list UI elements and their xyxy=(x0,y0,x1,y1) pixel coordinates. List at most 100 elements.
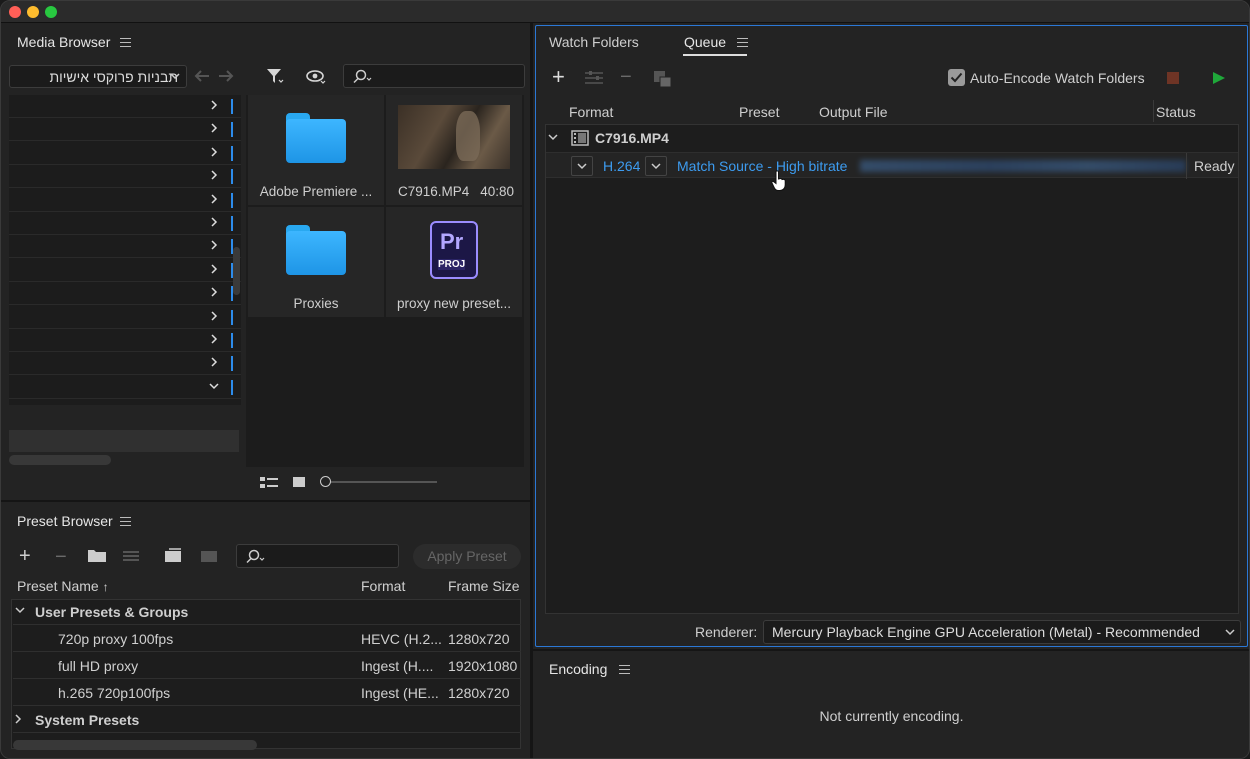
preset-row[interactable]: full HD proxy Ingest (H.... 1920x1080 xyxy=(13,653,521,679)
start-queue-button[interactable] xyxy=(1212,71,1226,85)
tree-row[interactable] xyxy=(9,142,241,165)
encoding-panel: Encoding Not currently encoding. xyxy=(535,653,1248,758)
chevron-right-icon xyxy=(15,714,22,724)
group-user-presets[interactable]: User Presets & Groups xyxy=(13,599,521,625)
auto-encode-checkbox[interactable] xyxy=(948,69,965,86)
preset-browser-menu-icon[interactable] xyxy=(120,517,131,526)
preset-row[interactable]: h.265 720p100fps Ingest (HE... 1280x720 xyxy=(13,680,521,706)
preset-column-header[interactable]: Preset xyxy=(739,104,779,120)
tree-row[interactable] xyxy=(9,212,241,235)
new-group-icon[interactable] xyxy=(86,547,108,563)
encoding-title: Encoding xyxy=(549,661,608,677)
preset-horizontal-scrollbar[interactable] xyxy=(13,740,257,750)
tab-watch-folders[interactable]: Watch Folders xyxy=(549,34,639,50)
remove-preset-icon[interactable]: − xyxy=(55,547,67,567)
add-preset-icon[interactable]: + xyxy=(19,546,31,566)
format-link[interactable]: H.264 xyxy=(603,158,640,174)
icon-view-icon[interactable] xyxy=(292,476,306,490)
zoom-slider[interactable] xyxy=(325,481,437,483)
chevron-down-icon xyxy=(651,163,661,170)
preset-settings-icon[interactable] xyxy=(122,549,140,563)
tree-row[interactable] xyxy=(9,376,241,399)
media-search-input[interactable] xyxy=(343,64,525,88)
tab-queue[interactable]: Queue xyxy=(684,34,726,50)
queue-source-row[interactable]: C7916.MP4 xyxy=(546,125,1238,151)
chevron-right-icon[interactable] xyxy=(209,263,219,275)
forward-arrow-icon[interactable] xyxy=(217,68,235,84)
location-select[interactable]: תבניות פרוקסי אישיות xyxy=(9,65,187,88)
tree-row[interactable] xyxy=(9,165,241,189)
back-arrow-icon[interactable] xyxy=(193,68,211,84)
video-duration: 40:80 xyxy=(480,184,514,199)
filter-icon[interactable] xyxy=(265,67,285,85)
preset-name-column-header[interactable]: Preset Name ↑ xyxy=(17,578,109,594)
chevron-down-icon[interactable] xyxy=(209,380,219,392)
queue-menu-icon[interactable] xyxy=(737,38,748,47)
frame-size-column-header[interactable]: Frame Size xyxy=(448,578,520,594)
import-preset-icon[interactable] xyxy=(163,547,183,563)
chevron-right-icon[interactable] xyxy=(209,216,219,228)
zoom-window-button[interactable] xyxy=(45,6,57,18)
duplicate-icon[interactable] xyxy=(653,70,673,88)
tree-row[interactable] xyxy=(9,329,241,352)
queue-item-row[interactable]: H.264 Match Source - High bitrate Ready xyxy=(546,152,1238,191)
close-window-button[interactable] xyxy=(9,6,21,18)
output-file-link[interactable] xyxy=(860,160,1186,172)
apply-preset-button[interactable]: Apply Preset xyxy=(413,544,521,569)
chevron-down-icon xyxy=(577,163,587,170)
remove-icon[interactable]: − xyxy=(620,67,632,87)
view-eye-icon[interactable] xyxy=(305,69,327,85)
chevron-right-icon[interactable] xyxy=(209,286,219,298)
queue-settings-icon[interactable] xyxy=(584,70,604,86)
search-icon xyxy=(246,549,265,564)
chevron-right-icon[interactable] xyxy=(209,193,219,205)
output-file-column-header[interactable]: Output File xyxy=(819,104,887,120)
renderer-select[interactable]: Mercury Playback Engine GPU Acceleration… xyxy=(763,620,1241,644)
tree-row[interactable] xyxy=(9,95,241,118)
chevron-right-icon[interactable] xyxy=(209,146,219,158)
media-browser-menu-icon[interactable] xyxy=(120,38,131,47)
preset-row[interactable]: 720p proxy 100fps HEVC (H.2... 1280x720 xyxy=(13,626,521,652)
list-view-icon[interactable] xyxy=(259,476,279,490)
add-source-icon[interactable]: + xyxy=(552,66,565,88)
queue-item-status: Ready xyxy=(1194,158,1235,174)
media-tile-project[interactable]: Pr PROJ proxy new preset... xyxy=(386,207,522,317)
tree-row-indicator xyxy=(231,169,233,185)
minimize-window-button[interactable] xyxy=(27,6,39,18)
preset-dropdown[interactable] xyxy=(645,156,667,176)
media-tile-folder[interactable]: Proxies xyxy=(248,207,384,317)
chevron-right-icon[interactable] xyxy=(209,122,219,134)
media-tile-folder[interactable]: Adobe Premiere ... xyxy=(248,95,384,205)
status-column-header[interactable]: Status xyxy=(1156,104,1196,120)
tree-row[interactable] xyxy=(9,352,241,376)
chevron-right-icon[interactable] xyxy=(209,239,219,251)
tree-horizontal-scrollbar[interactable] xyxy=(9,455,111,465)
encoding-menu-icon[interactable] xyxy=(619,665,630,674)
stop-queue-button[interactable] xyxy=(1167,72,1179,84)
tree-row-indicator xyxy=(231,379,233,395)
preset-link[interactable]: Match Source - High bitrate xyxy=(677,158,847,174)
preset-browser-title: Preset Browser xyxy=(17,513,113,529)
tree-row[interactable] xyxy=(9,189,241,212)
chevron-right-icon[interactable] xyxy=(209,356,219,368)
chevron-right-icon[interactable] xyxy=(209,99,219,111)
tree-row[interactable] xyxy=(9,306,241,329)
chevron-right-icon[interactable] xyxy=(209,333,219,345)
chevron-right-icon[interactable] xyxy=(209,169,219,181)
tree-scrollbar[interactable] xyxy=(233,247,240,295)
format-column-header[interactable]: Format xyxy=(569,104,613,120)
media-tile-video[interactable]: C7916.MP4 40:80 xyxy=(386,95,522,205)
preset-search-input[interactable] xyxy=(236,544,399,568)
tree-row-indicator xyxy=(231,333,233,348)
group-system-presets[interactable]: System Presets xyxy=(13,707,521,733)
format-column-header[interactable]: Format xyxy=(361,578,405,594)
format-dropdown[interactable] xyxy=(571,156,593,176)
tree-row[interactable] xyxy=(9,235,241,259)
tree-row[interactable] xyxy=(9,282,241,306)
zoom-slider-handle[interactable] xyxy=(320,476,331,487)
tree-row[interactable] xyxy=(9,259,241,282)
folder-icon xyxy=(286,113,346,163)
tree-row[interactable] xyxy=(9,118,241,142)
chevron-right-icon[interactable] xyxy=(209,310,219,322)
export-preset-icon[interactable] xyxy=(199,547,219,563)
